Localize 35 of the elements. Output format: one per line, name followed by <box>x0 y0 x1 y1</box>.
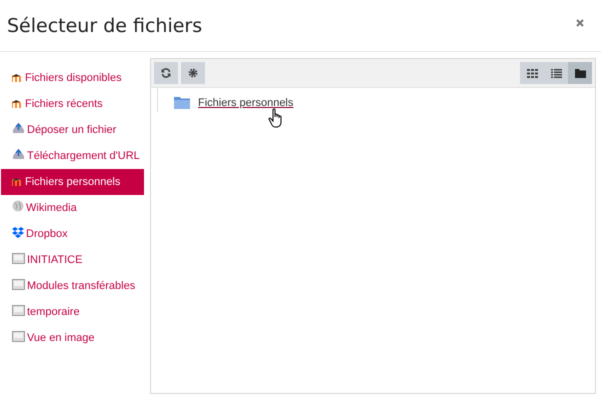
pointer-cursor-icon <box>268 108 284 128</box>
drive-icon <box>12 305 25 316</box>
window-title: Sélecteur de fichiers <box>7 14 202 36</box>
sidebar-item[interactable]: Modules transférables <box>1 273 144 299</box>
moodle-icon <box>12 74 23 82</box>
sidebar-item[interactable]: Fichiers récents <box>1 91 144 117</box>
drive-icon <box>12 279 25 290</box>
gear-icon <box>188 68 198 78</box>
drive-icon <box>12 331 25 342</box>
dropbox-icon <box>12 227 24 238</box>
moodle-icon <box>12 178 23 186</box>
sidebar-item[interactable]: Téléchargement d'URL <box>1 143 144 169</box>
drive-icon <box>12 253 25 264</box>
settings-button[interactable] <box>181 62 205 84</box>
folder-link[interactable]: Fichiers personnels <box>198 96 294 108</box>
grid-icon <box>526 68 538 78</box>
folder-view-button[interactable] <box>568 62 592 84</box>
sidebar-item[interactable]: INITIATICE <box>1 247 144 273</box>
globe-icon <box>12 200 24 212</box>
sidebar-item[interactable]: Wikimedia <box>1 195 144 221</box>
folder-icon <box>574 68 586 78</box>
refresh-button[interactable] <box>154 62 178 84</box>
sidebar-item[interactable]: Dropbox <box>1 221 144 247</box>
folder-icon <box>174 96 190 109</box>
moodle-icon <box>12 100 23 108</box>
list-icon <box>550 68 562 78</box>
sidebar-item[interactable]: Vue en image <box>1 325 144 351</box>
sidebar-item[interactable]: Déposer un fichier <box>1 117 144 143</box>
sidebar-item[interactable]: Fichiers personnels <box>1 169 144 195</box>
upload-icon <box>12 123 25 134</box>
sidebar-item[interactable]: Fichiers disponibles <box>1 65 144 91</box>
upload-icon <box>12 149 25 160</box>
refresh-icon <box>161 68 171 78</box>
close-icon[interactable] <box>576 18 584 26</box>
sidebar-item[interactable]: temporaire <box>1 299 144 325</box>
